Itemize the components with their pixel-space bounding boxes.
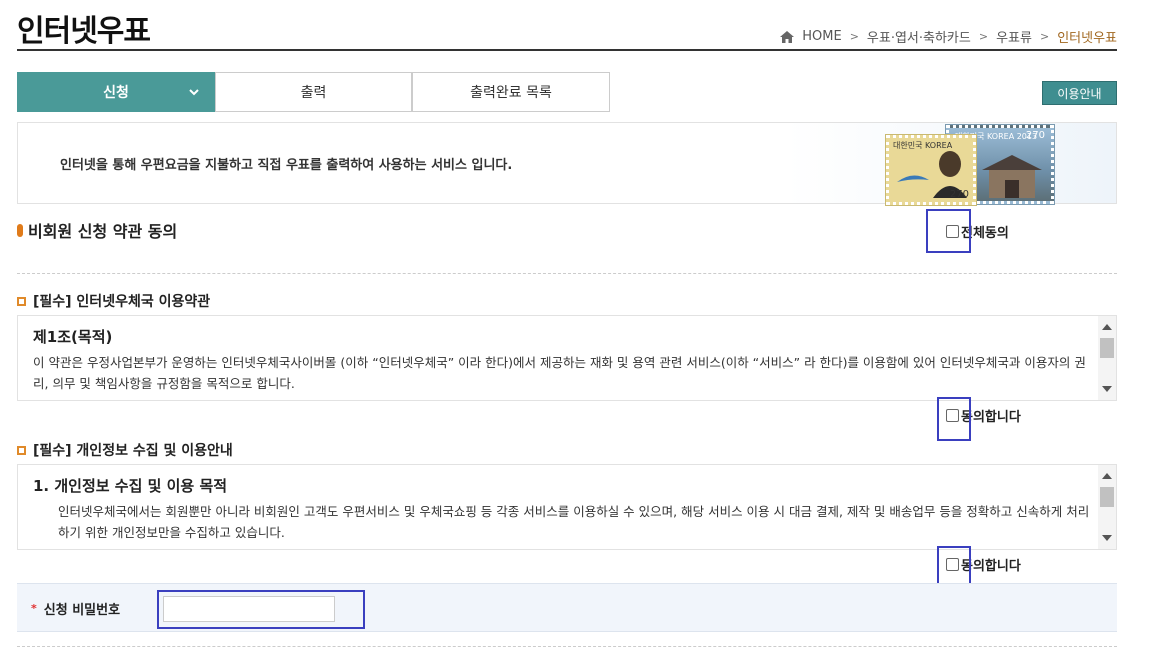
scroll-down-icon[interactable] (1102, 535, 1112, 541)
scrollbar[interactable] (1098, 316, 1116, 400)
intro-text: 인터넷을 통해 우편요금을 지불하고 직접 우표를 출력하여 사용하는 서비스 … (60, 158, 513, 173)
chevron-down-icon (189, 89, 199, 96)
tab-apply-label: 신청 (103, 85, 129, 101)
terms-content-privacy[interactable]: 1. 개인정보 수집 및 이용 목적 인터넷우체국에서는 회원뿐만 아니라 비회… (17, 464, 1117, 550)
terms-heading: 1. 개인정보 수집 및 이용 목적 (33, 477, 228, 495)
stamp-image-portrait: 대한민국 KOREA 270 (885, 134, 977, 206)
terms-title-privacy: [필수] 개인정보 수집 및 이용안내 (17, 440, 233, 460)
square-bullet-icon (17, 445, 26, 455)
terms-title-service: [필수] 인터넷우체국 이용약관 (17, 291, 210, 311)
tab-bar: 신청 출력 출력완료 목록 (17, 72, 610, 112)
scroll-up-icon[interactable] (1102, 473, 1112, 479)
terms-heading: 제1조(목적) (33, 328, 113, 346)
breadcrumb-item[interactable]: 우표류 (996, 27, 1032, 46)
scroll-up-icon[interactable] (1102, 324, 1112, 330)
divider (17, 273, 1117, 274)
terms-content-service[interactable]: 제1조(목적) 이 약관은 우정사업본부가 운영하는 인터넷우체국사이버몰 (이… (17, 315, 1117, 401)
scrollbar[interactable] (1098, 465, 1116, 549)
breadcrumb-item[interactable]: 우표·엽서·축하카드 (867, 27, 971, 46)
page-title: 인터넷우표 (17, 14, 151, 49)
password-label-text: 신청 비밀번호 (43, 603, 121, 618)
agreement-section-title: 비회원 신청 약관 동의 (17, 218, 177, 242)
terms-body: 인터넷우체국에서는 회원뿐만 아니라 비회원인 고객도 우편서비스 및 우체국쇼… (58, 504, 1090, 540)
breadcrumb: HOME > 우표·엽서·축하카드 > 우표류 > 인터넷우표 (780, 27, 1117, 46)
agreement-title-text: 비회원 신청 약관 동의 (28, 222, 178, 241)
chevron-right-icon: > (1039, 30, 1050, 43)
tab-apply[interactable]: 신청 (17, 72, 215, 112)
scroll-thumb[interactable] (1100, 338, 1114, 358)
chevron-right-icon: > (978, 30, 989, 43)
bullet-icon (17, 223, 23, 237)
chevron-right-icon: > (849, 30, 859, 43)
intro-banner: 인터넷을 통해 우편요금을 지불하고 직접 우표를 출력하여 사용하는 서비스 … (17, 122, 1117, 206)
divider (17, 646, 1117, 647)
highlight-box (937, 397, 971, 441)
bird-illustration (897, 175, 929, 182)
terms-title-text: [필수] 개인정보 수집 및 이용안내 (33, 443, 233, 459)
home-icon (780, 30, 795, 43)
highlight-box (926, 209, 971, 253)
square-bullet-icon (17, 296, 26, 306)
scroll-thumb[interactable] (1100, 487, 1114, 507)
breadcrumb-current[interactable]: 인터넷우표 (1057, 27, 1117, 46)
terms-title-text: [필수] 인터넷우체국 이용약관 (33, 294, 211, 310)
stamp-value: 270 (949, 189, 969, 200)
stamp-value: 270 (1025, 130, 1045, 141)
required-mark: * (31, 602, 37, 615)
gate-illustration (982, 155, 1042, 198)
tab-print-complete-label: 출력완료 목록 (470, 85, 552, 101)
highlight-box (157, 590, 365, 629)
scroll-down-icon[interactable] (1102, 386, 1112, 392)
tab-print-label: 출력 (300, 85, 327, 101)
tab-print[interactable]: 출력 (215, 72, 412, 112)
breadcrumb-home[interactable]: HOME (802, 29, 841, 44)
guide-button[interactable]: 이용안내 (1042, 81, 1117, 105)
tab-print-complete-list[interactable]: 출력완료 목록 (412, 72, 610, 112)
terms-body: 이 약관은 우정사업본부가 운영하는 인터넷우체국사이버몰 (이하 “인터넷우체… (33, 355, 1086, 391)
password-label: * 신청 비밀번호 (31, 599, 120, 618)
title-divider (17, 49, 1117, 51)
